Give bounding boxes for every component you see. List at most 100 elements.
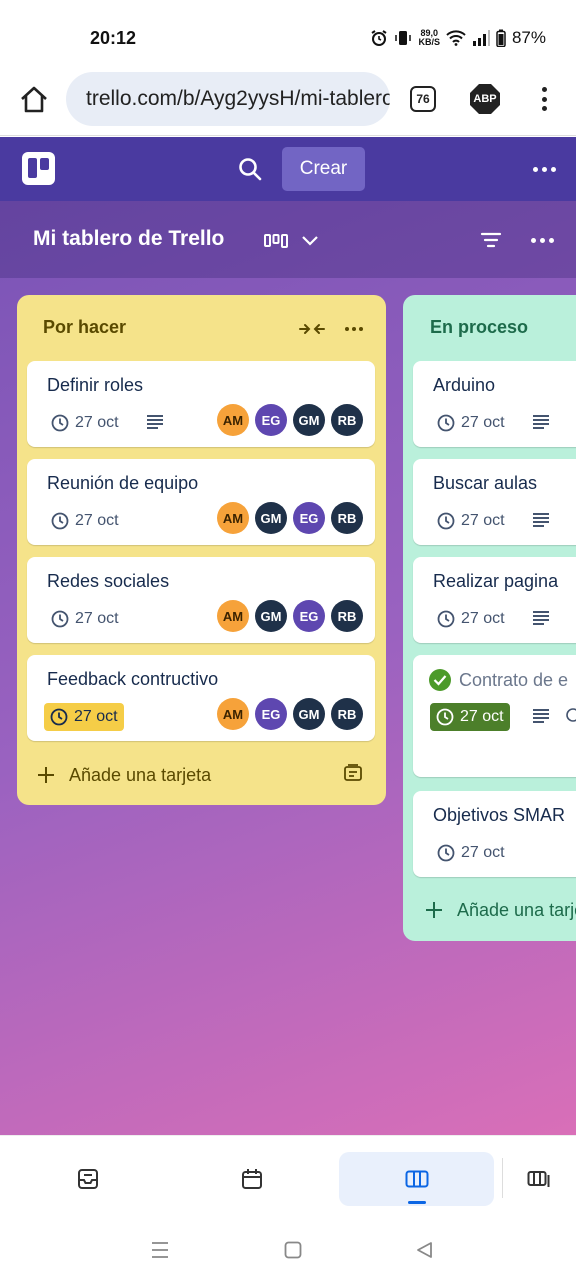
clock-icon [51,610,69,628]
create-button[interactable]: Crear [282,147,365,191]
clock-icon [436,708,454,726]
avatar[interactable]: EG [293,502,325,534]
avatar[interactable]: AM [217,698,249,730]
card-due-date: 27 oct [433,507,509,535]
avatar[interactable]: GM [255,600,287,632]
card-members: AM EG GM RB [217,404,363,436]
card[interactable]: Contrato de e 27 oct [413,655,576,777]
card-due-date: 27 oct [433,839,509,867]
card-title: Definir roles [47,375,144,395]
card[interactable]: Buscar aulas 27 oct [413,459,576,545]
clock-icon [50,708,68,726]
list-por-hacer: Por hacer Definir roles 27 oct AM EG GM … [17,295,386,805]
recents-icon[interactable] [150,1241,170,1259]
board-view-icon [264,234,288,248]
card[interactable]: Objetivos SMAR 27 oct [413,791,576,877]
card-title: Reunión de equipo [47,473,199,493]
plus-icon [426,902,442,918]
status-icons: 89,0 KB/S 87% [370,28,546,48]
browser-menu-button[interactable] [530,84,558,114]
nav-planner[interactable] [222,1152,282,1206]
avatar[interactable]: RB [331,404,363,436]
card[interactable]: Definir roles 27 oct AM EG GM RB [27,361,375,447]
list-more-icon[interactable] [341,319,367,339]
comment-icon [566,708,576,722]
card-due-date: 27 oct [47,605,123,633]
bottom-navigation [0,1135,576,1225]
card-title: Redes sociales [47,571,170,591]
browser-toolbar: trello.com/b/Ayg2yysH/mi-tablero-de-trel… [0,70,576,136]
home-icon[interactable] [18,84,50,116]
card-due-date: 27 oct [433,409,509,437]
card[interactable]: Reunión de equipo 27 oct AM GM EG RB [27,459,375,545]
avatar[interactable]: AM [217,600,249,632]
board-more-icon[interactable] [528,229,556,251]
avatar[interactable]: AM [217,502,249,534]
list-en-proceso: En proceso Arduino 27 oct Buscar aulas 2… [403,295,576,941]
card-due-date: 27 oct [47,409,123,437]
card-template-icon[interactable] [343,764,363,782]
card-due-date: 27 oct [433,605,509,633]
card-title: Objetivos SMAR [433,805,566,825]
filter-icon[interactable] [480,229,502,251]
complete-check-icon[interactable] [429,669,451,691]
system-navigation [0,1225,576,1280]
avatar[interactable]: GM [293,698,325,730]
card[interactable]: Realizar pagina 27 oct [413,557,576,643]
avatar[interactable]: EG [293,600,325,632]
description-icon [533,415,549,429]
nav-boards[interactable] [339,1152,494,1206]
header-more-icon[interactable] [530,159,558,179]
list-title[interactable]: Por hacer [43,317,126,338]
trello-logo-icon[interactable] [22,152,55,185]
search-icon[interactable] [236,155,264,183]
tab-switcher-button[interactable]: 76 [410,86,436,112]
boards-icon [405,1170,428,1188]
avatar[interactable]: RB [331,600,363,632]
description-icon [533,513,549,527]
card[interactable]: Redes sociales 27 oct AM GM EG RB [27,557,375,643]
address-bar[interactable]: trello.com/b/Ayg2yysH/mi-tablero-de-trel… [66,72,390,126]
card[interactable]: Feedback contructivo 27 oct AM EG GM RB [27,655,375,741]
adblock-label: ABP [473,93,497,105]
avatar[interactable]: AM [217,404,249,436]
clock-icon [51,512,69,530]
card-members: AM GM EG RB [217,600,363,632]
avatar[interactable]: RB [331,502,363,534]
net-speed: 89,0 KB/S [418,28,440,47]
board-view-switcher[interactable] [264,229,324,253]
board-title[interactable]: Mi tablero de Trello [33,227,224,251]
collapse-list-icon[interactable] [299,319,325,339]
card-members: AM GM EG RB [217,502,363,534]
add-card-button[interactable]: Añade una tarjeta [425,895,576,925]
app-header: Crear [0,137,576,201]
alarm-icon [371,30,388,46]
avatar[interactable]: GM [255,502,287,534]
board-header: Mi tablero de Trello [0,201,576,278]
plus-icon [38,767,54,783]
avatar[interactable]: RB [331,698,363,730]
status-time: 20:12 [90,28,137,48]
list-title[interactable]: En proceso [430,317,528,338]
avatar[interactable]: GM [293,404,325,436]
url-text[interactable]: trello.com/b/Ayg2yysH/mi-tablero-de-trel… [86,87,390,111]
card-title: Feedback contructivo [47,669,219,689]
card[interactable]: Arduino 27 oct [413,361,576,447]
card-title: Buscar aulas [433,473,538,493]
wifi-icon [446,30,466,46]
nav-divider [502,1158,503,1198]
avatar[interactable]: EG [255,404,287,436]
calendar-icon [242,1169,262,1189]
nav-switch-board[interactable] [516,1152,562,1206]
signal-icon [472,30,490,46]
back-nav-icon[interactable] [415,1241,433,1259]
avatar[interactable]: EG [255,698,287,730]
card-due-date-soon: 27 oct [44,703,124,731]
add-card-button[interactable]: Añade una tarjeta [37,760,211,790]
clock-icon [51,414,69,432]
description-icon [533,611,549,625]
home-nav-icon[interactable] [284,1241,302,1259]
nav-inbox[interactable] [58,1152,118,1206]
battery-icon [496,29,506,47]
clock-icon [437,414,455,432]
